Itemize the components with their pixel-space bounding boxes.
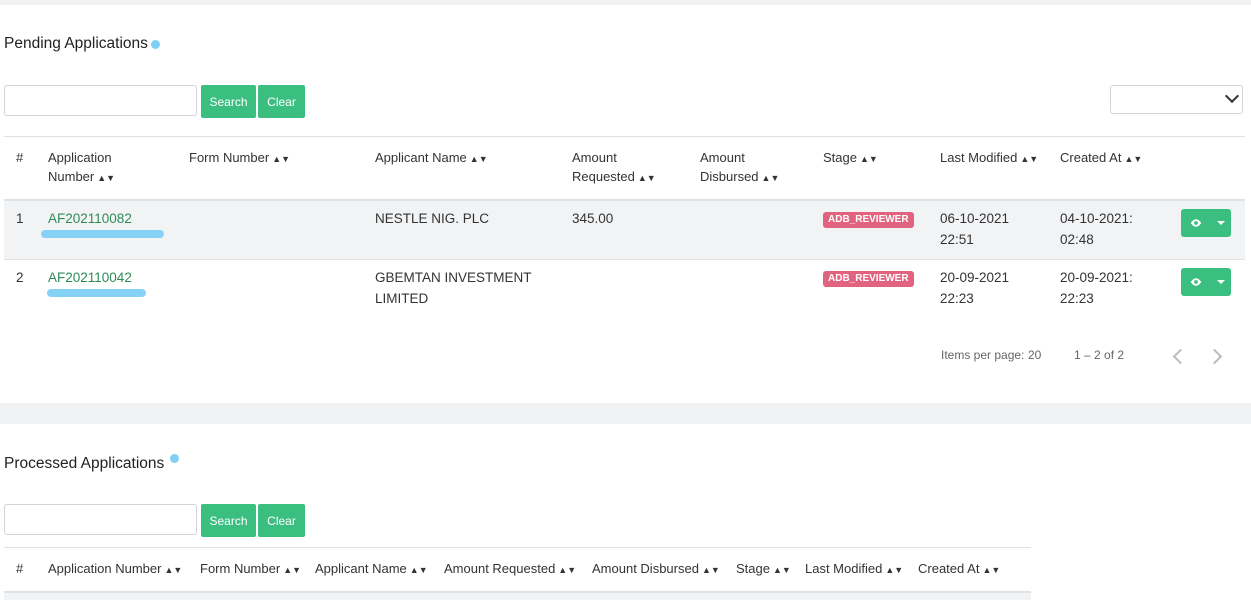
table-row: [4, 593, 1031, 600]
pending-title: Pending Applications: [4, 35, 160, 53]
last-modified: 06-10-2021 22:51: [940, 211, 1010, 247]
view-action-button[interactable]: [1181, 268, 1231, 296]
col-amount-requested[interactable]: Amount Requested ▲▼: [444, 559, 576, 580]
eye-icon: [1190, 278, 1202, 286]
stage-badge: ADB_REVIEWER: [823, 212, 914, 228]
col-application-number[interactable]: Application Number ▲▼: [48, 148, 115, 188]
page-range-label: 1 – 2 of 2: [1074, 348, 1125, 362]
sort-icon: ▲▼: [469, 154, 488, 164]
last-modified: 20-09-2021 22:23: [940, 270, 1010, 306]
sort-icon: ▲▼: [97, 173, 116, 183]
applicant-name: GBEMTAN INVESTMENT LIMITED: [375, 270, 532, 306]
sort-icon: ▲▼: [772, 565, 791, 575]
sort-icon: ▲▼: [859, 154, 878, 164]
info-dot-icon: [150, 40, 160, 49]
col-last-modified[interactable]: Last Modified ▲▼: [805, 559, 903, 580]
processed-search-button[interactable]: Search: [201, 504, 256, 537]
col-applicant-name[interactable]: Applicant Name ▲▼: [315, 559, 428, 580]
col-application-number[interactable]: Application Number ▲▼: [48, 559, 182, 580]
amount-requested: 345.00: [572, 211, 614, 226]
pending-clear-button[interactable]: Clear: [258, 85, 305, 118]
previous-page-icon[interactable]: [1172, 348, 1189, 365]
sort-icon: ▲▼: [409, 565, 428, 575]
row-index: 1: [16, 211, 24, 226]
pending-search-input[interactable]: [4, 85, 197, 116]
col-applicant-name[interactable]: Applicant Name ▲▼: [375, 148, 488, 169]
col-stage[interactable]: Stage ▲▼: [823, 148, 878, 169]
col-last-modified[interactable]: Last Modified ▲▼: [940, 148, 1038, 169]
annotation-highlight: [41, 230, 164, 238]
created-at: 20-09-2021: 22:23: [1060, 270, 1133, 306]
application-number-link[interactable]: AF202110042: [48, 267, 132, 288]
col-stage[interactable]: Stage ▲▼: [736, 559, 791, 580]
sort-icon: ▲▼: [1124, 154, 1143, 164]
sort-icon: ▲▼: [982, 565, 1001, 575]
page-size-select[interactable]: 20: [1028, 348, 1041, 362]
pending-filter-select[interactable]: [1110, 85, 1243, 114]
created-at: 04-10-2021: 02:48: [1060, 211, 1133, 247]
application-number-link[interactable]: AF202110082: [48, 208, 132, 229]
pending-search-button[interactable]: Search: [201, 85, 256, 118]
col-amount-disbursed[interactable]: Amount Disbursed ▲▼: [592, 559, 720, 580]
view-action-button[interactable]: [1181, 209, 1231, 237]
sort-icon: ▲▼: [637, 173, 656, 183]
table-row: [4, 201, 1245, 259]
col-form-number[interactable]: Form Number ▲▼: [189, 148, 290, 169]
processed-search-input[interactable]: [4, 504, 197, 535]
col-created-at[interactable]: Created At ▲▼: [918, 559, 1000, 580]
pending-applications-card: Pending Applications Search Clear # Appl…: [0, 5, 1251, 403]
row-index: 2: [16, 270, 24, 285]
col-index: #: [16, 150, 24, 165]
sort-icon: ▲▼: [701, 565, 720, 575]
chevron-down-icon: [1224, 88, 1240, 104]
processed-applications-card: Processed Applications Search Clear # Ap…: [0, 424, 1251, 600]
caret-down-icon[interactable]: [1217, 280, 1225, 284]
sort-icon: ▲▼: [272, 154, 291, 164]
stage-badge: ADB_REVIEWER: [823, 271, 914, 287]
sort-icon: ▲▼: [283, 565, 302, 575]
sort-icon: ▲▼: [558, 565, 577, 575]
caret-down-icon[interactable]: [1217, 221, 1225, 225]
items-per-page-label: Items per page:: [941, 348, 1025, 362]
processed-clear-button[interactable]: Clear: [258, 504, 305, 537]
divider: [4, 547, 1031, 548]
processed-title: Processed Applications: [4, 454, 180, 473]
col-amount-disbursed[interactable]: Amount Disbursed ▲▼: [700, 148, 779, 188]
applicant-name: NESTLE NIG. PLC: [375, 211, 490, 226]
info-dot-icon: [170, 454, 180, 463]
col-created-at[interactable]: Created At ▲▼: [1060, 148, 1142, 169]
next-page-icon[interactable]: [1206, 348, 1223, 365]
eye-icon: [1190, 219, 1202, 227]
divider: [4, 136, 1245, 137]
col-amount-requested[interactable]: Amount Requested ▲▼: [572, 148, 656, 188]
col-form-number[interactable]: Form Number ▲▼: [200, 559, 301, 580]
divider: [4, 259, 1245, 260]
sort-icon: ▲▼: [1020, 154, 1039, 164]
annotation-highlight: [47, 289, 146, 297]
sort-icon: ▲▼: [885, 565, 904, 575]
sort-icon: ▲▼: [761, 173, 780, 183]
sort-icon: ▲▼: [164, 565, 183, 575]
col-index: #: [16, 561, 24, 576]
